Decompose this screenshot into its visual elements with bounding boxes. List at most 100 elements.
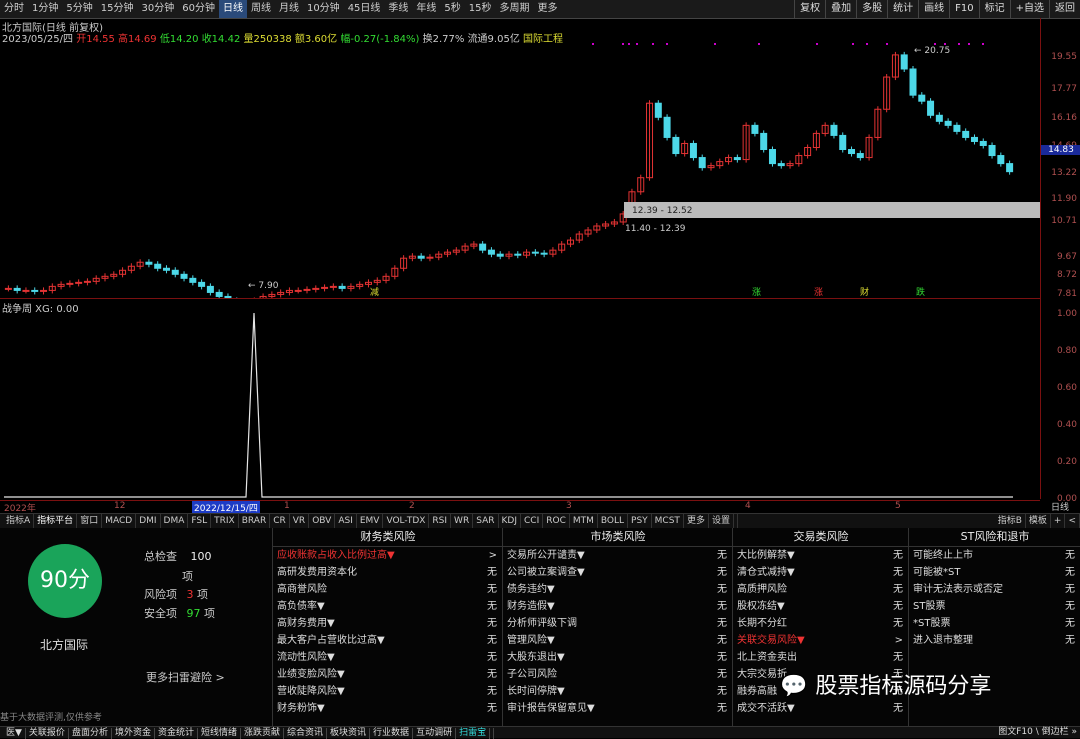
risk-item[interactable]: 高财务费用▼ 无 [273, 615, 503, 632]
period-tab[interactable]: 月线 [275, 0, 303, 18]
toolbar-button[interactable]: 返回 [1049, 0, 1080, 18]
indicator-tab[interactable]: 指标平台 [34, 514, 78, 528]
risk-item[interactable]: 进入退市整理 无 [909, 632, 1080, 649]
bottom-tab[interactable]: 行业数据 [370, 728, 414, 739]
indicator-tab[interactable]: VOL-TDX [383, 514, 430, 528]
period-tab[interactable]: 更多 [534, 0, 562, 18]
indicator-tab[interactable]: ROC [543, 514, 570, 528]
period-tab[interactable]: 季线 [384, 0, 412, 18]
bottom-tab[interactable]: 综合资讯 [284, 728, 328, 739]
toolbar-button[interactable]: 多股 [856, 0, 887, 18]
risk-item[interactable]: 交易所公开谴责▼ 无 [503, 547, 733, 564]
indicator-tab[interactable]: EMV [357, 514, 384, 528]
toolbar-button[interactable]: 复权 [794, 0, 825, 18]
bottom-tab[interactable]: 资金统计 [155, 728, 198, 739]
period-tab[interactable]: 45日线 [344, 0, 385, 18]
bottom-tab[interactable]: 互动调研 [413, 728, 457, 739]
period-tab[interactable]: 5秒 [440, 0, 464, 18]
main-chart[interactable]: 12.39 - 12.52 11.40 - 12.39 ← 20.75 ← 7.90 减… [0, 18, 1040, 307]
indicator-tab-right[interactable]: 指标B [995, 514, 1026, 528]
indicator-tab[interactable]: 窗口 [77, 514, 103, 528]
period-tab[interactable]: 15分钟 [97, 0, 138, 18]
risk-item[interactable]: 财务造假▼ 无 [503, 598, 733, 615]
indicator-tab[interactable]: CCI [521, 514, 544, 528]
indicator-chart[interactable]: 战争周 XG: 0.00 [0, 299, 1040, 499]
toolbar-button[interactable]: 画线 [918, 0, 949, 18]
indicator-tab-right[interactable]: + [1051, 514, 1066, 528]
toolbar-button[interactable]: 标记 [978, 0, 1010, 18]
risk-item[interactable]: 长期不分红 无 [733, 615, 909, 632]
indicator-tab[interactable]: FSL [188, 514, 212, 528]
indicator-tab[interactable]: BOLL [598, 514, 629, 528]
bottom-tab[interactable]: 短线情绪 [198, 728, 241, 739]
risk-item[interactable]: 应收账款占收入比例过高▼ > [273, 547, 503, 564]
risk-item[interactable]: 营收陡降风险▼ 无 [273, 683, 503, 700]
indicator-tab[interactable]: KDJ [499, 514, 521, 528]
risk-item[interactable]: 债务违约▼ 无 [503, 581, 733, 598]
risk-item[interactable]: 高质押风险 无 [733, 581, 909, 598]
indicator-tab[interactable]: ASI [335, 514, 357, 528]
risk-item[interactable]: 北上资金卖出 无 [733, 649, 909, 666]
more-scan-link[interactable]: 更多扫雷避险 > [146, 669, 225, 685]
risk-item[interactable]: 业绩变脸风险▼ 无 [273, 666, 503, 683]
indicator-tab-right[interactable]: 模板 [1026, 514, 1051, 528]
indicator-tab[interactable]: BRAR [239, 514, 271, 528]
risk-item[interactable]: 审计报告保留意见▼ 无 [503, 700, 733, 717]
period-tab[interactable]: 多周期 [496, 0, 534, 18]
risk-item[interactable]: 最大客户占营收比过高▼ 无 [273, 632, 503, 649]
risk-item[interactable]: 大比例解禁▼ 无 [733, 547, 909, 564]
period-tab[interactable]: 15秒 [465, 0, 496, 18]
toolbar-button[interactable]: 统计 [887, 0, 918, 18]
indicator-tab[interactable]: DMA [161, 514, 189, 528]
bottom-tab[interactable]: 境外资金 [112, 728, 155, 739]
risk-item[interactable]: 大股东退出▼ 无 [503, 649, 733, 666]
toolbar-button[interactable]: +自选 [1009, 0, 1049, 18]
bottom-tab[interactable]: 关联报价 [26, 728, 69, 739]
risk-item[interactable]: 财务粉饰▼ 无 [273, 700, 503, 717]
risk-item[interactable]: 清仓式减持▼ 无 [733, 564, 909, 581]
indicator-tab[interactable]: 更多 [684, 514, 709, 528]
risk-item[interactable]: 分析师评级下调 无 [503, 615, 733, 632]
indicator-tab[interactable]: MACD [102, 514, 137, 528]
risk-item[interactable]: 管理风险▼ 无 [503, 632, 733, 649]
risk-item[interactable]: 可能被*ST 无 [909, 564, 1080, 581]
indicator-tab[interactable]: TRIX [211, 514, 239, 528]
indicator-tab[interactable]: OBV [309, 514, 336, 528]
indicator-tab[interactable]: MTM [570, 514, 598, 528]
risk-item[interactable]: 成交不活跃▼ 无 [733, 700, 909, 717]
period-tab[interactable]: 1分钟 [28, 0, 62, 18]
bottom-tab[interactable]: 盘面分析 [69, 728, 112, 739]
period-tab[interactable]: 5分钟 [62, 0, 96, 18]
quote-sector[interactable]: 国际工程 [523, 34, 563, 45]
bottom-tab[interactable]: 扫雷宝 [456, 728, 491, 739]
risk-item[interactable]: ST股票 无 [909, 598, 1080, 615]
indicator-tab[interactable]: DMI [136, 514, 161, 528]
risk-item[interactable]: 审计无法表示或否定 无 [909, 581, 1080, 598]
risk-item[interactable]: 高研发费用资本化 无 [273, 564, 503, 581]
period-tab[interactable]: 年线 [412, 0, 440, 18]
period-tab[interactable]: 分时 [0, 0, 28, 18]
indicator-tab[interactable]: 指标A [3, 514, 35, 528]
risk-item[interactable]: 高商誉风险 无 [273, 581, 503, 598]
period-tab[interactable]: 周线 [247, 0, 275, 18]
indicator-tab[interactable]: SAR [473, 514, 499, 528]
risk-item[interactable]: 长时间停牌▼ 无 [503, 683, 733, 700]
toolbar-button[interactable]: F10 [949, 0, 978, 18]
risk-item[interactable]: 流动性风险▼ 无 [273, 649, 503, 666]
risk-item[interactable]: *ST股票 无 [909, 615, 1080, 632]
risk-item[interactable]: 高负债率▼ 无 [273, 598, 503, 615]
indicator-tab[interactable]: PSY [628, 514, 652, 528]
period-tab[interactable]: 30分钟 [137, 0, 178, 18]
indicator-tab-right[interactable]: < [1065, 514, 1080, 528]
date-axis-mode[interactable]: 日线 [1040, 500, 1080, 513]
indicator-tab[interactable]: MCST [652, 514, 684, 528]
indicator-tab[interactable]: RSI [429, 514, 452, 528]
risk-item[interactable]: 可能终止上市 无 [909, 547, 1080, 564]
period-tab[interactable]: 日线 [218, 0, 247, 18]
bottom-right-links[interactable]: 图文F10 \ 倒边栏 » [995, 727, 1080, 738]
toolbar-button[interactable]: 叠加 [825, 0, 856, 18]
indicator-tab[interactable]: 设置 [709, 514, 734, 528]
bottom-tab[interactable]: 医▼ [3, 728, 26, 739]
period-tab[interactable]: 10分钟 [303, 0, 344, 18]
risk-item[interactable]: 关联交易风险▼ > [733, 632, 909, 649]
